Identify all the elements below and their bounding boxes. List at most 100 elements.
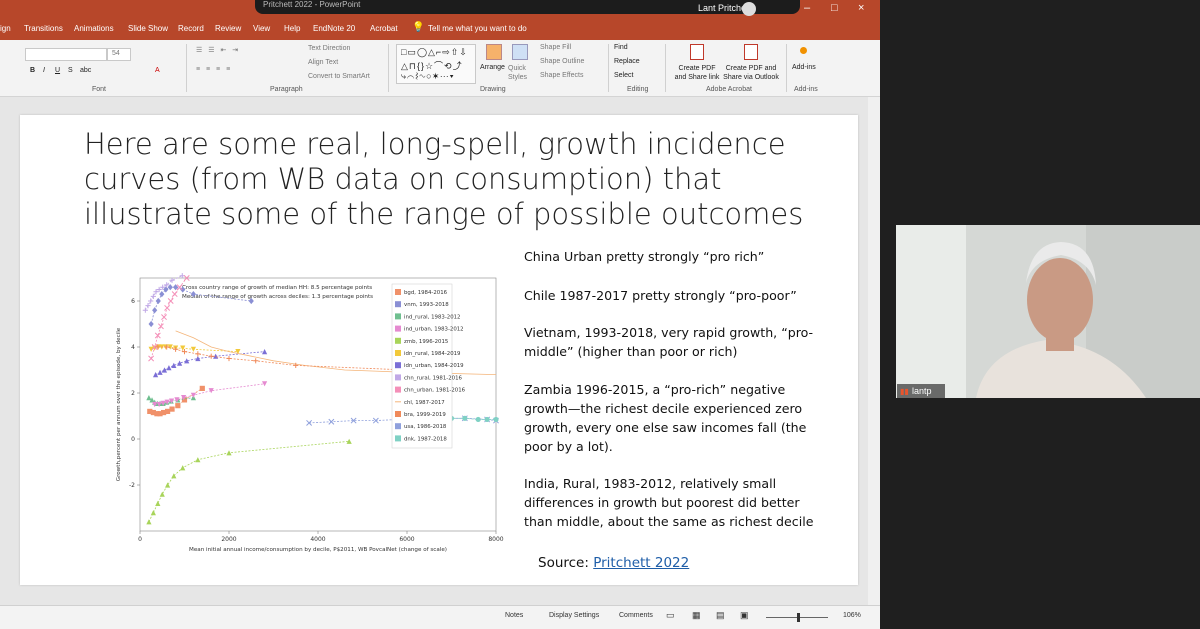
data-point bbox=[180, 465, 186, 471]
participant-name-tag: ▮▮ lantp bbox=[897, 384, 945, 398]
data-point bbox=[226, 355, 232, 362]
series-line bbox=[150, 286, 252, 325]
shape-outline-button[interactable]: Shape Outline bbox=[540, 58, 584, 65]
data-point bbox=[157, 323, 164, 330]
tab-slide-show[interactable]: Slide Show bbox=[128, 24, 168, 33]
comments-button[interactable]: Comments bbox=[619, 612, 653, 619]
data-point bbox=[169, 277, 175, 283]
slide[interactable]: Here are some real, long-spell, growth i… bbox=[20, 115, 858, 585]
addins-button[interactable]: Add-ins bbox=[792, 64, 816, 71]
legend-label: dnk, 1987-2018 bbox=[404, 436, 447, 442]
shape-fill-button[interactable]: Shape Fill bbox=[540, 44, 571, 51]
shapes-gallery[interactable]: □▭◯△⌐⇨⇧⇩ △⊓{}☆⌒⟲⤴ ⤷⌒⌇∿○✶⋯▾ bbox=[396, 44, 476, 84]
data-point bbox=[161, 367, 168, 373]
normal-view-icon[interactable]: ▭ bbox=[666, 610, 675, 621]
bold-button[interactable]: B bbox=[30, 67, 35, 74]
legend-label: zmb, 1996-2015 bbox=[404, 339, 448, 345]
data-point bbox=[159, 291, 165, 298]
tab-transitions[interactable]: Transitions bbox=[24, 24, 63, 33]
status-bar: Notes Display Settings Comments ▭ ▦ ▤ ▣ … bbox=[0, 605, 880, 629]
shape-effects-button[interactable]: Shape Effects bbox=[540, 72, 583, 79]
text-direction-button[interactable]: Text Direction bbox=[308, 45, 350, 52]
tab-acrobat[interactable]: Acrobat bbox=[370, 24, 398, 33]
bullet-zambia[interactable]: Zambia 1996-2015, a “pro-rich” negative … bbox=[524, 380, 824, 456]
replace-button[interactable]: Replace bbox=[614, 58, 640, 65]
tab-animations[interactable]: Animations bbox=[74, 24, 114, 33]
display-settings-button[interactable]: Display Settings bbox=[549, 612, 599, 619]
italic-button[interactable]: I bbox=[43, 67, 45, 74]
shadow-button[interactable]: S bbox=[68, 67, 73, 74]
editing-group-label: Editing bbox=[627, 86, 649, 93]
slideshow-icon[interactable]: ▣ bbox=[740, 610, 749, 621]
font-group-label: Font bbox=[92, 86, 107, 93]
zoom-level[interactable]: 106% bbox=[843, 612, 861, 619]
tab-view[interactable]: View bbox=[253, 24, 270, 33]
growth-incidence-chart: 0 2000 4000 6000 8000 -2 0 2 4 6 Mean initial annu… bbox=[116, 273, 504, 553]
arrange-button[interactable]: Arrange bbox=[480, 64, 505, 71]
bullet-india[interactable]: India, Rural, 1983-2012, relatively smal… bbox=[524, 474, 824, 531]
bullet-chile[interactable]: Chile 1987-2017 pretty strongly “pro-poo… bbox=[524, 286, 824, 305]
y-tick-label: 2 bbox=[131, 390, 135, 397]
legend-swatch bbox=[395, 350, 401, 356]
legend-swatch bbox=[395, 337, 401, 344]
align-text-button[interactable]: Align Text bbox=[308, 59, 338, 66]
data-point bbox=[208, 353, 214, 359]
close-button[interactable]: × bbox=[858, 2, 864, 14]
font-size-value: 54 bbox=[112, 50, 120, 57]
tab-record[interactable]: Record bbox=[178, 24, 204, 33]
data-point bbox=[164, 408, 171, 414]
source-link[interactable]: Pritchett 2022 bbox=[593, 555, 689, 571]
font-name-select[interactable] bbox=[25, 48, 107, 61]
bullet-vietnam[interactable]: Vietnam, 1993-2018, very rapid growth, “… bbox=[524, 323, 824, 361]
font-size-select[interactable]: 54 bbox=[107, 48, 131, 61]
tab-design[interactable]: ign bbox=[0, 24, 11, 33]
legend-swatch bbox=[395, 435, 401, 442]
convert-smartart-button[interactable]: Convert to SmartArt bbox=[308, 73, 370, 80]
data-point bbox=[161, 314, 167, 321]
slide-sorter-icon[interactable]: ▦ bbox=[692, 610, 701, 621]
tell-me-search[interactable]: Tell me what you want to do bbox=[428, 24, 527, 33]
legend-label: ind_rural, 1983-2012 bbox=[404, 314, 461, 320]
legend-label: chl, 1987-2017 bbox=[404, 400, 445, 406]
divider bbox=[786, 44, 787, 92]
divider bbox=[186, 44, 187, 92]
notes-button[interactable]: Notes bbox=[505, 612, 523, 619]
minimize-button[interactable]: – bbox=[804, 2, 810, 14]
tab-endnote[interactable]: EndNote 20 bbox=[313, 24, 355, 33]
acrobat-group-label: Adobe Acrobat bbox=[706, 86, 752, 93]
underline-button[interactable]: U bbox=[55, 67, 60, 74]
select-button[interactable]: Select bbox=[614, 72, 633, 79]
data-point bbox=[475, 416, 481, 423]
align-buttons[interactable]: ≡ ≡ ≡ ≡ bbox=[196, 66, 232, 73]
create-pdf-outlook-button[interactable]: Create PDF and Share via Outlook bbox=[722, 64, 780, 82]
pdf-outlook-icon bbox=[744, 44, 758, 60]
divider bbox=[665, 44, 666, 92]
data-point bbox=[159, 491, 165, 497]
data-point bbox=[328, 418, 335, 425]
avatar[interactable] bbox=[742, 2, 756, 16]
slide-title[interactable]: Here are some real, long-spell, growth i… bbox=[84, 127, 824, 232]
tab-review[interactable]: Review bbox=[215, 24, 241, 33]
data-point bbox=[171, 291, 178, 298]
tab-help[interactable]: Help bbox=[284, 24, 300, 33]
participant-video[interactable] bbox=[896, 225, 1200, 398]
bullet-china[interactable]: China Urban pretty strongly “pro rich” bbox=[524, 247, 824, 266]
data-point bbox=[190, 346, 196, 352]
series-line bbox=[148, 440, 350, 522]
legend-label: ind_urban, 1983-2012 bbox=[404, 327, 464, 333]
find-button[interactable]: Find bbox=[614, 44, 628, 51]
strikethrough-button[interactable]: abc bbox=[80, 67, 91, 74]
legend-swatch bbox=[395, 362, 401, 369]
reading-view-icon[interactable]: ▤ bbox=[716, 610, 725, 621]
list-buttons[interactable]: ☰ ☰ ⇤ ⇥ bbox=[196, 46, 240, 54]
addins-icon bbox=[800, 47, 807, 54]
pdf-icon bbox=[690, 44, 704, 60]
legend-label: chn_rural, 1981-2016 bbox=[404, 375, 463, 381]
font-color-button[interactable]: A bbox=[155, 67, 160, 74]
vertical-scrollbar[interactable] bbox=[868, 97, 880, 605]
create-pdf-link-button[interactable]: Create PDF and Share link bbox=[672, 64, 722, 82]
x-axis-label: Mean initial annual income/consumption b… bbox=[189, 547, 447, 553]
quick-styles-button[interactable]: Quick Styles bbox=[508, 64, 534, 82]
zoom-slider-thumb[interactable] bbox=[797, 613, 800, 622]
maximize-button[interactable]: □ bbox=[831, 2, 838, 14]
